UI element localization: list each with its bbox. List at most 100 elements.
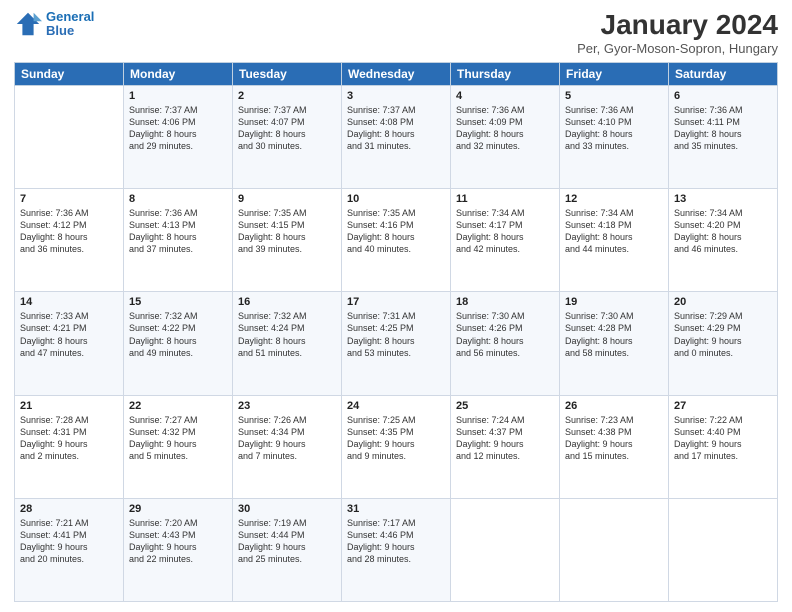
day-cell: 14 Sunrise: 7:33 AM Sunset: 4:21 PM Dayli… xyxy=(15,292,124,395)
day-info: Sunrise: 7:33 AM Sunset: 4:21 PM Dayligh… xyxy=(20,310,118,359)
day-cell: 23 Sunrise: 7:26 AM Sunset: 4:34 PM Dayli… xyxy=(233,395,342,498)
day-info: Sunrise: 7:19 AM Sunset: 4:44 PM Dayligh… xyxy=(238,517,336,566)
day-cell: 28Sunrise: 7:21 AM Sunset: 4:41 PM Dayli… xyxy=(15,498,124,601)
day-number: 30 xyxy=(238,503,336,515)
day-cell: 12Sunrise: 7:34 AM Sunset: 4:18 PM Dayli… xyxy=(560,189,669,292)
header: General Blue January 2024 Per, Gyor-Moso… xyxy=(14,10,778,56)
day-number: 4 xyxy=(456,90,554,102)
day-number: 19 xyxy=(565,296,663,308)
day-info: Sunrise: 7:34 AM Sunset: 4:17 PM Dayligh… xyxy=(456,207,554,256)
page: General Blue January 2024 Per, Gyor-Moso… xyxy=(0,0,792,612)
day-number: 27 xyxy=(674,400,772,412)
day-info: Sunrise: 7:21 AM Sunset: 4:41 PM Dayligh… xyxy=(20,517,118,566)
day-info: Sunrise: 7:29 AM Sunset: 4:29 PM Dayligh… xyxy=(674,310,772,359)
week-row-2: 14 Sunrise: 7:33 AM Sunset: 4:21 PM Dayli… xyxy=(15,292,778,395)
day-cell xyxy=(560,498,669,601)
day-cell: 19 Sunrise: 7:30 AM Sunset: 4:28 PM Dayli… xyxy=(560,292,669,395)
day-info: Sunrise: 7:22 AM Sunset: 4:40 PM Dayligh… xyxy=(674,414,772,463)
day-number: 12 xyxy=(565,193,663,205)
day-info: Sunrise: 7:37 AM Sunset: 4:07 PM Dayligh… xyxy=(238,104,336,153)
day-number: 26 xyxy=(565,400,663,412)
day-number: 23 xyxy=(238,400,336,412)
day-cell: 2 Sunrise: 7:37 AM Sunset: 4:07 PM Daylig… xyxy=(233,85,342,188)
day-cell: 31Sunrise: 7:17 AM Sunset: 4:46 PM Dayli… xyxy=(342,498,451,601)
day-cell: 22 Sunrise: 7:27 AM Sunset: 4:32 PM Dayli… xyxy=(124,395,233,498)
col-header-saturday: Saturday xyxy=(669,62,778,85)
day-number: 7 xyxy=(20,193,118,205)
day-number: 22 xyxy=(129,400,227,412)
day-number: 17 xyxy=(347,296,445,308)
header-row: SundayMondayTuesdayWednesdayThursdayFrid… xyxy=(15,62,778,85)
day-number: 14 xyxy=(20,296,118,308)
col-header-wednesday: Wednesday xyxy=(342,62,451,85)
day-cell: 7 Sunrise: 7:36 AM Sunset: 4:12 PM Daylig… xyxy=(15,189,124,292)
day-number: 9 xyxy=(238,193,336,205)
col-header-sunday: Sunday xyxy=(15,62,124,85)
day-info: Sunrise: 7:28 AM Sunset: 4:31 PM Dayligh… xyxy=(20,414,118,463)
day-cell: 10Sunrise: 7:35 AM Sunset: 4:16 PM Dayli… xyxy=(342,189,451,292)
day-cell: 16Sunrise: 7:32 AM Sunset: 4:24 PM Dayli… xyxy=(233,292,342,395)
day-number: 21 xyxy=(20,400,118,412)
day-info: Sunrise: 7:32 AM Sunset: 4:22 PM Dayligh… xyxy=(129,310,227,359)
day-number: 2 xyxy=(238,90,336,102)
day-number: 1 xyxy=(129,90,227,102)
logo-text: General Blue xyxy=(46,10,94,39)
day-info: Sunrise: 7:34 AM Sunset: 4:20 PM Dayligh… xyxy=(674,207,772,256)
day-cell: 4 Sunrise: 7:36 AM Sunset: 4:09 PM Daylig… xyxy=(451,85,560,188)
day-cell: 5 Sunrise: 7:36 AM Sunset: 4:10 PM Daylig… xyxy=(560,85,669,188)
day-cell xyxy=(669,498,778,601)
day-info: Sunrise: 7:26 AM Sunset: 4:34 PM Dayligh… xyxy=(238,414,336,463)
day-cell: 8 Sunrise: 7:36 AM Sunset: 4:13 PM Daylig… xyxy=(124,189,233,292)
day-number: 8 xyxy=(129,193,227,205)
day-cell: 15 Sunrise: 7:32 AM Sunset: 4:22 PM Dayli… xyxy=(124,292,233,395)
col-header-friday: Friday xyxy=(560,62,669,85)
week-row-4: 28Sunrise: 7:21 AM Sunset: 4:41 PM Dayli… xyxy=(15,498,778,601)
day-cell xyxy=(15,85,124,188)
day-info: Sunrise: 7:27 AM Sunset: 4:32 PM Dayligh… xyxy=(129,414,227,463)
day-info: Sunrise: 7:36 AM Sunset: 4:10 PM Dayligh… xyxy=(565,104,663,153)
day-cell: 18Sunrise: 7:30 AM Sunset: 4:26 PM Dayli… xyxy=(451,292,560,395)
day-cell: 21 Sunrise: 7:28 AM Sunset: 4:31 PM Dayli… xyxy=(15,395,124,498)
day-info: Sunrise: 7:37 AM Sunset: 4:08 PM Dayligh… xyxy=(347,104,445,153)
day-cell: 29 Sunrise: 7:20 AM Sunset: 4:43 PM Dayli… xyxy=(124,498,233,601)
day-number: 16 xyxy=(238,296,336,308)
day-number: 15 xyxy=(129,296,227,308)
logo-blue: Blue xyxy=(46,23,74,38)
title-block: January 2024 Per, Gyor-Moson-Sopron, Hun… xyxy=(577,10,778,56)
col-header-tuesday: Tuesday xyxy=(233,62,342,85)
day-cell: 9Sunrise: 7:35 AM Sunset: 4:15 PM Daylig… xyxy=(233,189,342,292)
week-row-3: 21 Sunrise: 7:28 AM Sunset: 4:31 PM Dayli… xyxy=(15,395,778,498)
day-cell: 6Sunrise: 7:36 AM Sunset: 4:11 PM Daylig… xyxy=(669,85,778,188)
logo-icon xyxy=(14,10,42,38)
day-cell: 24 Sunrise: 7:25 AM Sunset: 4:35 PM Dayli… xyxy=(342,395,451,498)
day-info: Sunrise: 7:17 AM Sunset: 4:46 PM Dayligh… xyxy=(347,517,445,566)
day-cell: 13 Sunrise: 7:34 AM Sunset: 4:20 PM Dayli… xyxy=(669,189,778,292)
day-info: Sunrise: 7:25 AM Sunset: 4:35 PM Dayligh… xyxy=(347,414,445,463)
week-row-1: 7 Sunrise: 7:36 AM Sunset: 4:12 PM Daylig… xyxy=(15,189,778,292)
day-number: 13 xyxy=(674,193,772,205)
day-cell: 1Sunrise: 7:37 AM Sunset: 4:06 PM Daylig… xyxy=(124,85,233,188)
day-info: Sunrise: 7:35 AM Sunset: 4:16 PM Dayligh… xyxy=(347,207,445,256)
day-number: 25 xyxy=(456,400,554,412)
day-number: 24 xyxy=(347,400,445,412)
col-header-thursday: Thursday xyxy=(451,62,560,85)
day-info: Sunrise: 7:23 AM Sunset: 4:38 PM Dayligh… xyxy=(565,414,663,463)
day-number: 6 xyxy=(674,90,772,102)
day-cell: 30 Sunrise: 7:19 AM Sunset: 4:44 PM Dayli… xyxy=(233,498,342,601)
day-info: Sunrise: 7:30 AM Sunset: 4:28 PM Dayligh… xyxy=(565,310,663,359)
day-cell: 11Sunrise: 7:34 AM Sunset: 4:17 PM Dayli… xyxy=(451,189,560,292)
day-number: 5 xyxy=(565,90,663,102)
month-title: January 2024 xyxy=(577,10,778,41)
day-cell xyxy=(451,498,560,601)
day-cell: 3Sunrise: 7:37 AM Sunset: 4:08 PM Daylig… xyxy=(342,85,451,188)
day-info: Sunrise: 7:24 AM Sunset: 4:37 PM Dayligh… xyxy=(456,414,554,463)
day-number: 29 xyxy=(129,503,227,515)
day-info: Sunrise: 7:36 AM Sunset: 4:12 PM Dayligh… xyxy=(20,207,118,256)
day-info: Sunrise: 7:20 AM Sunset: 4:43 PM Dayligh… xyxy=(129,517,227,566)
day-info: Sunrise: 7:30 AM Sunset: 4:26 PM Dayligh… xyxy=(456,310,554,359)
day-info: Sunrise: 7:36 AM Sunset: 4:09 PM Dayligh… xyxy=(456,104,554,153)
day-cell: 27 Sunrise: 7:22 AM Sunset: 4:40 PM Dayli… xyxy=(669,395,778,498)
day-info: Sunrise: 7:36 AM Sunset: 4:13 PM Dayligh… xyxy=(129,207,227,256)
day-info: Sunrise: 7:31 AM Sunset: 4:25 PM Dayligh… xyxy=(347,310,445,359)
day-cell: 17 Sunrise: 7:31 AM Sunset: 4:25 PM Dayli… xyxy=(342,292,451,395)
